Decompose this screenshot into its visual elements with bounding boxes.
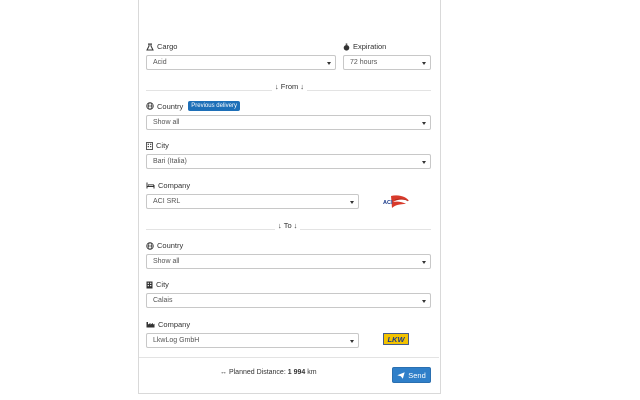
arrow-down-icon: ↓ bbox=[300, 82, 304, 91]
from-company-label-text: Company bbox=[158, 181, 191, 190]
expiration-select[interactable]: 72 hours bbox=[343, 55, 431, 70]
expiration-label: Expiration bbox=[343, 42, 386, 51]
from-city-select[interactable]: Bari (Italia) bbox=[146, 154, 431, 169]
planned-distance-value: 1 994 bbox=[287, 369, 306, 376]
from-city-select-value: Bari (Italia) bbox=[153, 158, 187, 165]
to-company-label: Company bbox=[146, 320, 190, 329]
to-city-label: City bbox=[146, 280, 169, 289]
to-city-select[interactable]: Calais bbox=[146, 293, 431, 308]
stopwatch-icon bbox=[343, 43, 350, 51]
globe-icon bbox=[146, 102, 154, 110]
chevron-down-icon bbox=[422, 161, 426, 164]
cargo-select[interactable]: Acid bbox=[146, 55, 336, 70]
cargo-label-text: Cargo bbox=[157, 42, 178, 51]
from-header-text: From bbox=[280, 82, 299, 91]
from-country-select[interactable]: Show all bbox=[146, 115, 431, 130]
to-company-label-text: Company bbox=[158, 320, 191, 329]
from-country-select-value: Show all bbox=[153, 119, 180, 126]
chevron-down-icon bbox=[350, 201, 354, 204]
to-city-select-value: Calais bbox=[153, 297, 173, 304]
chevron-down-icon bbox=[422, 261, 426, 264]
from-company-select[interactable]: ACI SRL bbox=[146, 194, 359, 209]
footer-divider bbox=[139, 357, 439, 358]
arrow-down-icon: ↓ bbox=[275, 82, 279, 91]
chevron-down-icon bbox=[327, 62, 331, 65]
from-country-label-text: Country bbox=[157, 101, 184, 111]
chevron-down-icon bbox=[422, 122, 426, 125]
to-company-select[interactable]: LkwLog GmbH bbox=[146, 333, 359, 348]
svg-text:LKW: LKW bbox=[387, 335, 405, 344]
arrow-down-icon: ↓ bbox=[278, 221, 282, 230]
send-button[interactable]: Send bbox=[392, 367, 431, 383]
to-country-select[interactable]: Show all bbox=[146, 254, 431, 269]
to-country-select-value: Show all bbox=[153, 258, 180, 265]
lkw-company-logo: LKW bbox=[383, 333, 409, 345]
to-header: ↓ To ↓ bbox=[275, 221, 301, 230]
aci-company-logo: ACI bbox=[382, 192, 410, 210]
arrow-down-icon: ↓ bbox=[293, 221, 298, 230]
expiration-select-value: 72 hours bbox=[350, 59, 378, 66]
to-country-label: Country bbox=[146, 241, 183, 250]
previous-delivery-badge[interactable]: Previous delivery bbox=[188, 101, 240, 111]
to-city-label-text: City bbox=[156, 280, 169, 289]
to-country-label-text: Country bbox=[157, 241, 184, 250]
planned-distance: ↔ Planned Distance: 1 994 km bbox=[220, 369, 317, 376]
from-city-label: City bbox=[146, 141, 169, 150]
planned-distance-label: Planned Distance: bbox=[228, 369, 286, 376]
chevron-down-icon bbox=[422, 300, 426, 303]
building-icon bbox=[146, 141, 153, 150]
to-company-select-value: LkwLog GmbH bbox=[153, 337, 200, 344]
to-header-text: To bbox=[283, 221, 292, 230]
paper-plane-icon bbox=[397, 371, 405, 379]
chevron-down-icon bbox=[422, 62, 426, 65]
from-company-select-value: ACI SRL bbox=[153, 198, 181, 205]
from-country-label: Country Previous delivery bbox=[146, 101, 240, 111]
building-icon bbox=[146, 281, 153, 288]
globe-icon bbox=[146, 241, 154, 250]
chevron-down-icon bbox=[350, 340, 354, 343]
from-header: ↓ From ↓ bbox=[272, 82, 307, 91]
flask-icon bbox=[146, 43, 154, 50]
from-city-label-text: City bbox=[156, 141, 169, 150]
cargo-label: Cargo bbox=[146, 42, 177, 51]
send-button-label: Send bbox=[408, 370, 426, 380]
industry-icon bbox=[146, 322, 155, 328]
expiration-label-text: Expiration bbox=[353, 42, 387, 51]
svg-text:ACI: ACI bbox=[383, 200, 393, 206]
planned-distance-unit: km bbox=[307, 369, 317, 376]
left-right-arrow-icon: ↔ bbox=[220, 369, 227, 376]
cargo-select-value: Acid bbox=[153, 59, 167, 66]
from-company-label: Company bbox=[146, 181, 190, 190]
bed-icon bbox=[146, 182, 155, 189]
